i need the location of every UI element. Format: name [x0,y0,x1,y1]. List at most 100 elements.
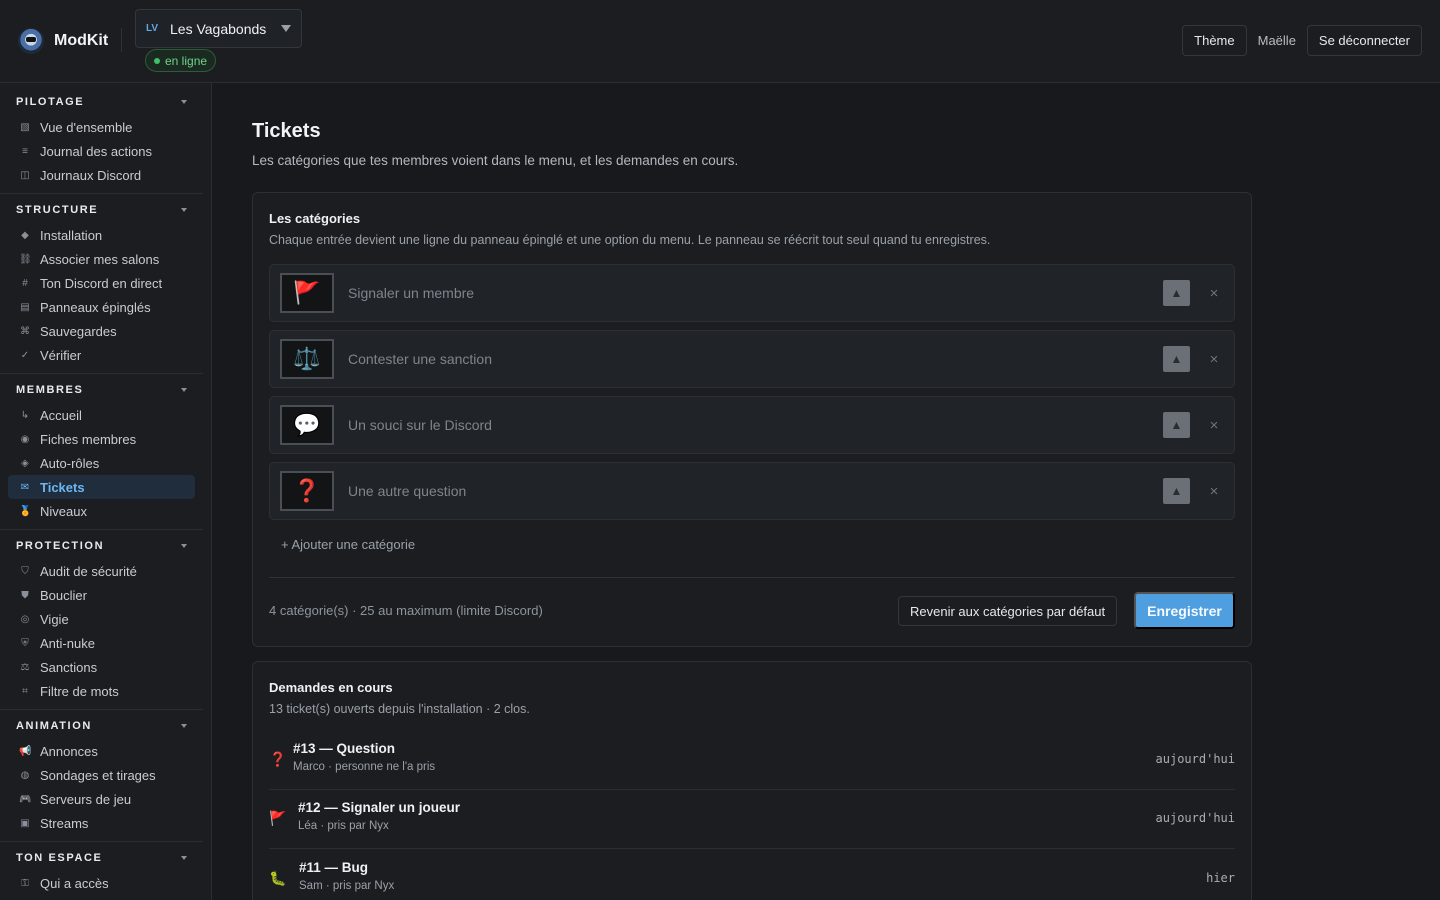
sidebar-item-vérifier[interactable]: ✓ Vérifier [8,343,195,367]
sidebar-item-bouclier[interactable]: ⛊ Bouclier [8,583,195,607]
chevron-down-icon [181,544,187,548]
theme-button[interactable]: Thème [1182,25,1247,56]
sidebar-item-journal-des-actions[interactable]: ≡ Journal des actions [8,139,195,163]
arrow-up-icon: ▲ [1170,418,1183,432]
nav-item-icon: ✓ [20,349,30,361]
sidebar-item-label: Journal des actions [40,143,153,159]
sidebar: PILOTAGE ▧ Vue d'ensemble ≡ Journal des acti… [0,83,212,900]
sidebar-item-fiches-membres[interactable]: ◉ Fiches membres [8,427,195,451]
category-name-input[interactable]: Un souci sur le Discord [348,417,1163,433]
category-row[interactable]: ❓ Une autre question ▲ × [269,462,1235,520]
sidebar-item-auto-rôles[interactable]: ◈ Auto-rôles [8,451,195,475]
add-category-button[interactable]: + Ajouter une catégorie [281,537,415,552]
nav-group-header[interactable]: ANIMATION [8,720,195,739]
sidebar-item-tickets[interactable]: ✉ Tickets [8,475,195,499]
remove-button[interactable]: × [1204,351,1224,368]
nav-item-icon: ▧ [20,121,30,133]
card-title: Les catégories [269,211,361,226]
chevron-down-icon [181,388,187,392]
nav-item-icon: 🎮 [19,793,32,805]
nav-item-icon: ⛓ [19,253,32,265]
category-row[interactable]: ⚖️ Contester une sanction ▲ × [269,330,1235,388]
sidebar-item-associer-mes-salons[interactable]: ⛓ Associer mes salons [8,247,195,271]
nav-group-title: TON ESPACE [16,852,103,864]
sidebar-item-label: Vue d'ensemble [40,119,133,135]
nav-group-header[interactable]: TON ESPACE [8,852,195,871]
question-mark-icon: ❓ [293,478,321,503]
arrow-up-icon: ▲ [1170,352,1183,366]
card-title: Demandes en cours [269,680,393,695]
page-title: Tickets [252,120,321,142]
emoji-picker[interactable]: 💬 [280,405,334,445]
nav-group-protection: PROTECTION ⛉ Audit de sécurité ⛊ Bouclier ◎ Vi… [0,530,203,710]
sidebar-item-label: Accueil [40,407,82,423]
sidebar-item-vigie[interactable]: ◎ Vigie [8,607,195,631]
divider [121,28,122,52]
nav-item-icon: ⛨ [21,637,29,649]
reset-defaults-button[interactable]: Revenir aux catégories par défaut [898,596,1118,626]
category-row[interactable]: 💬 Un souci sur le Discord ▲ × [269,396,1235,454]
emoji-picker[interactable]: 🚩 [280,273,334,313]
nav-item-icon: ↳ [20,409,30,421]
save-button[interactable]: Enregistrer [1134,592,1235,629]
sidebar-item-niveaux[interactable]: 🏅 Niveaux [8,499,195,523]
sidebar-item-vue-d-ensemble[interactable]: ▧ Vue d'ensemble [8,115,195,139]
ticket-row[interactable]: ❓ #13 — Question Marco · personne ne l'a… [269,731,1235,790]
sidebar-item-installation[interactable]: ◆ Installation [8,223,195,247]
nav-item-icon: ◎ [20,613,30,625]
sidebar-item-sondages-et-tirages[interactable]: ◍ Sondages et tirages [8,763,195,787]
emoji-picker[interactable]: ❓ [280,471,334,511]
nav-group-title: MEMBRES [16,384,84,396]
sidebar-item-label: Streams [40,815,89,831]
move-up-button[interactable]: ▲ [1163,346,1190,372]
sidebar-item-journaux-discord[interactable]: ◫ Journaux Discord [8,163,195,187]
category-name-input[interactable]: Contester une sanction [348,351,1163,367]
nav-item-icon: ◉ [20,433,30,445]
category-row[interactable]: 🚩 Signaler un membre ▲ × [269,264,1235,322]
sidebar-item-streams[interactable]: ▣ Streams [8,811,195,835]
server-selector[interactable]: LV Les Vagabonds [135,9,302,48]
remove-button[interactable]: × [1204,285,1224,302]
ticket-row[interactable]: 🐛 #11 — Bug Sam · pris par Nyx hier [269,850,1235,900]
move-up-button[interactable]: ▲ [1163,280,1190,306]
category-name-input[interactable]: Signaler un membre [348,285,1163,301]
ticket-time: aujourd'hui [1155,811,1235,825]
sidebar-item-label: Journaux Discord [40,167,142,183]
speech-bubble-icon: 💬 [293,412,321,437]
server-name: Les Vagabonds [170,20,267,37]
sidebar-item-audit-de-sécurité[interactable]: ⛉ Audit de sécurité [8,559,195,583]
remove-button[interactable]: × [1204,417,1224,434]
sidebar-item-sanctions[interactable]: ⚖ Sanctions [8,655,195,679]
chevron-down-icon [181,856,187,860]
move-up-button[interactable]: ▲ [1163,478,1190,504]
nav-group-header[interactable]: PILOTAGE [8,96,195,115]
user-name[interactable]: Maëlle [1255,33,1299,48]
nav-item-icon: ⌗ [22,685,28,697]
card-subtitle: 13 ticket(s) ouverts depuis l'installati… [269,702,530,716]
sidebar-item-sauvegardes[interactable]: ⌘ Sauvegardes [8,319,195,343]
emoji-picker[interactable]: ⚖️ [280,339,334,379]
sidebar-item-ton-discord-en-direct[interactable]: # Ton Discord en direct [8,271,195,295]
brand[interactable]: ModKit [18,28,108,54]
category-name-input[interactable]: Une autre question [348,483,1163,499]
nav-group-header[interactable]: PROTECTION [8,540,195,559]
sidebar-item-accueil[interactable]: ↳ Accueil [8,403,195,427]
nav-group-header[interactable]: MEMBRES [8,384,195,403]
logout-button[interactable]: Se déconnecter [1306,25,1422,56]
sidebar-item-anti-nuke[interactable]: ⛨ Anti-nuke [8,631,195,655]
sidebar-item-label: Annonces [40,743,98,759]
nav-group-header[interactable]: STRUCTURE [8,204,195,223]
arrow-up-icon: ▲ [1170,484,1183,498]
sidebar-item-label: Panneaux épinglés [40,299,151,315]
remove-button[interactable]: × [1204,483,1224,500]
sidebar-item-statistiques[interactable]: ▥Statistiques [8,895,195,900]
sidebar-item-filtre-de-mots[interactable]: ⌗ Filtre de mots [8,679,195,703]
sidebar-item-annonces[interactable]: 📢 Annonces [8,739,195,763]
sidebar-item-panneaux-épinglés[interactable]: ▤ Panneaux épinglés [8,295,195,319]
sidebar-item-qui-a-accès[interactable]: ⚿ Qui a accès [8,871,195,895]
ticket-title: #11 — Bug [299,860,369,875]
nav-item-icon: ◍ [20,769,30,781]
sidebar-item-serveurs-de-jeu[interactable]: 🎮 Serveurs de jeu [8,787,195,811]
move-up-button[interactable]: ▲ [1163,412,1190,438]
ticket-row[interactable]: 🚩 #12 — Signaler un joueur Léa · pris pa… [269,790,1235,849]
